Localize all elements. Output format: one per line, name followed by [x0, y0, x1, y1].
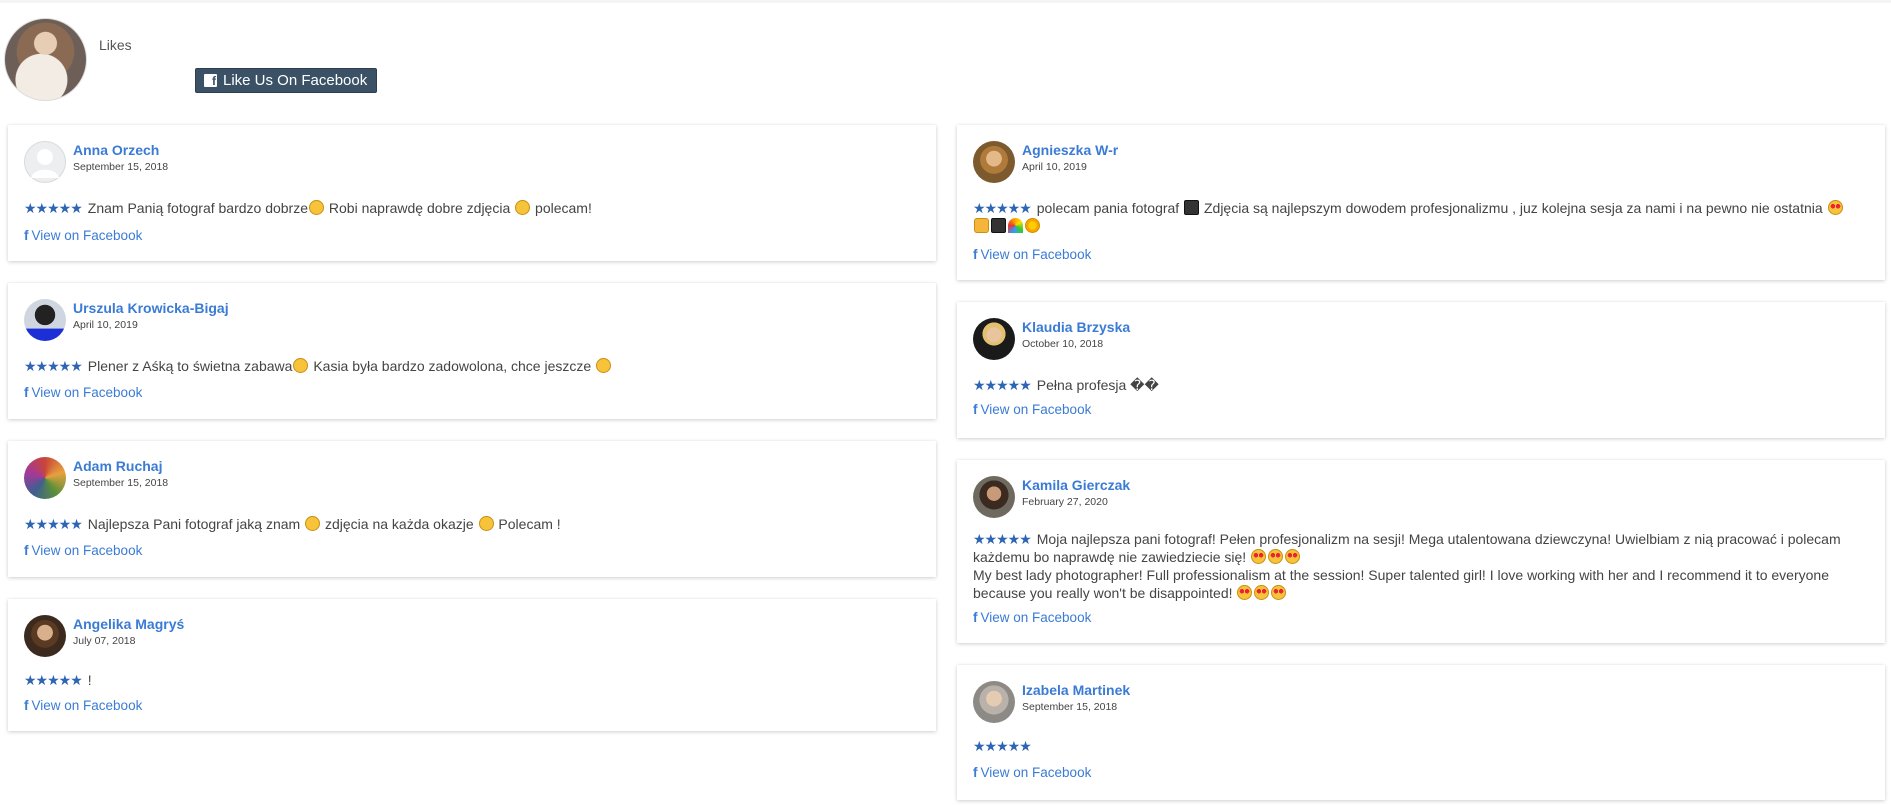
- review-date: September 15, 2018: [73, 477, 169, 489]
- reviewer-name[interactable]: Klaudia Brzyska: [1022, 319, 1130, 335]
- smile-emoji-icon: [596, 358, 612, 373]
- reviewer-avatar[interactable]: [24, 615, 66, 657]
- facebook-icon: f: [973, 247, 978, 262]
- rating-stars: ★★★★★: [973, 200, 1032, 216]
- review-date: February 27, 2020: [1022, 496, 1108, 508]
- review-date: July 07, 2018: [73, 635, 136, 647]
- view-on-facebook-link[interactable]: f View on Facebook: [24, 228, 142, 243]
- heart-eyes-emoji-icon: [1271, 585, 1287, 600]
- facebook-icon: f: [24, 385, 29, 400]
- facebook-icon: f: [24, 228, 29, 243]
- reviewer-avatar[interactable]: [24, 457, 66, 499]
- view-on-facebook-link[interactable]: f View on Facebook: [973, 610, 1091, 625]
- rating-stars: ★★★★★: [973, 531, 1032, 547]
- rainbow-emoji-icon: [1008, 218, 1023, 233]
- review-text: ★★★★★ Znam Panią fotograf bardzo dobrze R…: [24, 200, 592, 216]
- facebook-icon: f: [24, 698, 29, 713]
- camera-emoji-icon: [991, 218, 1006, 233]
- review-card: Agnieszka W-r April 10, 2019 ★★★★★ poleca…: [957, 125, 1885, 280]
- facebook-icon: f: [973, 402, 978, 417]
- smile-emoji-icon: [305, 516, 321, 531]
- reviewer-name[interactable]: Urszula Krowicka-Bigaj: [73, 300, 229, 316]
- default-user-icon: [31, 149, 59, 178]
- smiling-hearts-emoji-icon: [1268, 549, 1284, 564]
- view-on-facebook-link[interactable]: f View on Facebook: [24, 543, 142, 558]
- likes-label: Likes: [99, 37, 132, 53]
- smiling-hearts-emoji-icon: [1237, 585, 1253, 600]
- view-on-facebook-link[interactable]: f View on Facebook: [24, 698, 142, 713]
- view-on-facebook-link[interactable]: f View on Facebook: [973, 247, 1091, 262]
- reviewer-avatar[interactable]: [24, 141, 66, 183]
- review-date: April 10, 2019: [73, 319, 138, 331]
- reviewer-name[interactable]: Agnieszka W-r: [1022, 142, 1118, 158]
- review-card: Anna Orzech September 15, 2018 ★★★★★ Znam…: [8, 125, 936, 261]
- review-text: ★★★★★ Najlepsza Pani fotograf jaką znam z…: [24, 516, 561, 532]
- review-text: ★★★★★ Pełna profesja ��: [973, 377, 1159, 393]
- top-divider: [0, 0, 1891, 3]
- laughing-emoji-icon: [309, 200, 325, 215]
- smiling-hearts-emoji-icon: [1254, 585, 1270, 600]
- reviewer-name[interactable]: Izabela Martinek: [1022, 682, 1130, 698]
- view-on-facebook-link[interactable]: f View on Facebook: [973, 765, 1091, 780]
- review-card: Izabela Martinek September 15, 2018 ★★★★…: [957, 665, 1885, 800]
- review-text: ★★★★★ polecam pania fotograf Zdjęcia są n…: [973, 199, 1865, 235]
- reviewer-avatar[interactable]: [973, 476, 1015, 518]
- heart-eyes-emoji-icon: [1285, 549, 1301, 564]
- camera-flash-emoji-icon: [1184, 200, 1200, 215]
- review-text: ★★★★★!: [24, 672, 92, 688]
- laughing-emoji-icon: [478, 516, 494, 531]
- review-card: Urszula Krowicka-Bigaj April 10, 2019 ★★…: [8, 283, 936, 419]
- review-date: October 10, 2018: [1022, 338, 1104, 350]
- smile-emoji-icon: [515, 200, 531, 215]
- review-text: ★★★★★ Moja najlepsza pani fotograf! Pełen…: [973, 531, 1841, 601]
- reviewer-avatar[interactable]: [973, 681, 1015, 723]
- review-text: ★★★★★ Plener z Aśką to świetna zabawa Kas…: [24, 357, 916, 375]
- facebook-icon: f: [973, 610, 978, 625]
- rating-stars: ★★★★★: [24, 200, 83, 216]
- facebook-icon: f: [973, 765, 978, 780]
- review-date: September 15, 2018: [1022, 701, 1118, 713]
- review-card: Angelika Magryś July 07, 2018 ★★★★★! f Vi…: [8, 599, 936, 731]
- grinning-emoji-icon: [293, 358, 309, 373]
- review-card: Klaudia Brzyska October 10, 2018 ★★★★★ Pe…: [957, 302, 1885, 438]
- review-date: September 15, 2018: [73, 161, 169, 173]
- reviewer-avatar[interactable]: [973, 318, 1015, 360]
- reviewer-avatar[interactable]: [973, 141, 1015, 183]
- facebook-icon: f: [24, 543, 29, 558]
- facebook-icon: f: [204, 74, 217, 88]
- like-us-button[interactable]: f Like Us On Facebook: [195, 68, 378, 93]
- thumbs-up-emoji-icon: [974, 218, 989, 233]
- reviewer-avatar[interactable]: [24, 299, 66, 341]
- view-on-facebook-link[interactable]: f View on Facebook: [24, 385, 142, 400]
- rating-stars: ★★★★★: [24, 516, 83, 532]
- reviewer-name[interactable]: Angelika Magryś: [73, 616, 184, 632]
- reviewer-name[interactable]: Adam Ruchaj: [73, 458, 162, 474]
- rating-stars: ★★★★★: [973, 377, 1032, 393]
- rating-stars: ★★★★★: [24, 358, 83, 374]
- smiling-hearts-emoji-icon: [1251, 549, 1267, 564]
- review-card: Adam Ruchaj September 15, 2018 ★★★★★ Najl…: [8, 441, 936, 577]
- reviewer-name[interactable]: Anna Orzech: [73, 142, 159, 158]
- smiling-hearts-emoji-icon: [1827, 200, 1843, 215]
- review-card: Kamila Gierczak February 27, 2020 ★★★★★ M…: [957, 460, 1885, 643]
- rating-stars: ★★★★★: [973, 738, 1032, 754]
- sun-emoji-icon: [1025, 218, 1040, 233]
- reviewer-name[interactable]: Kamila Gierczak: [1022, 477, 1130, 493]
- like-us-label: Like Us On Facebook: [223, 72, 368, 89]
- view-on-facebook-link[interactable]: f View on Facebook: [973, 402, 1091, 417]
- review-date: April 10, 2019: [1022, 161, 1087, 173]
- rating-stars: ★★★★★: [24, 672, 83, 688]
- page-avatar[interactable]: [4, 18, 87, 101]
- review-text: ★★★★★: [973, 737, 1865, 755]
